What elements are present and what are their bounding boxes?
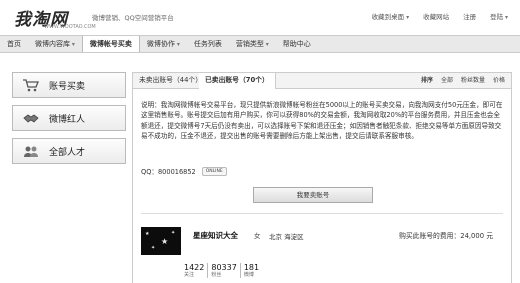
sidebar-item-label: 微博红人 — [49, 114, 86, 125]
listing-name[interactable]: 星座知识大全 — [193, 230, 238, 241]
nav-home[interactable]: 首页 — [0, 36, 28, 52]
avatar[interactable]: ★ ★ ✦ ✦ — [141, 227, 181, 255]
tab-bar: 未卖出账号（44个） 已卖出账号（70个） 排序 全部 粉丝数量 价格 — [133, 73, 511, 89]
site-tagline: 微博营销、QQ空间营销平台 — [92, 14, 174, 22]
handshake-icon — [23, 111, 39, 125]
sidebar-item-label: 账号买卖 — [49, 81, 86, 92]
divider — [141, 213, 503, 214]
bookmark-site-link[interactable]: 收藏网站 — [423, 11, 449, 21]
stat-label: 粉丝 — [211, 272, 222, 278]
stat-value: 80337 — [211, 263, 237, 272]
top-bar: 我淘网 WWW.WOOTAO.COM 微博营销、QQ空间营销平台 收藏到桌面 收… — [0, 0, 520, 34]
bookmark-desktop-link[interactable]: 收藏到桌面 — [372, 11, 409, 21]
site-url: WWW.WOOTAO.COM — [44, 24, 96, 30]
sell-account-button[interactable]: 我要卖账号 — [253, 187, 373, 203]
listing-item: ★ ★ ✦ ✦ 星座知识大全 女 北京 海淀区 购买此账号的费用：24,000 … — [141, 227, 503, 283]
nav-weibo-content[interactable]: 微博内容库 — [28, 36, 82, 52]
people-icon — [23, 144, 39, 158]
cart-icon — [23, 78, 39, 92]
register-link[interactable]: 注册 — [463, 11, 476, 21]
stat-label: 微博 — [243, 272, 254, 278]
main-nav: 首页 微博内容库 微博帐号买卖 微博协作 任务列表 营销类型 帮助中心 — [0, 35, 520, 53]
sort-all[interactable]: 全部 — [441, 73, 453, 88]
description-text: 说明：我淘网微博帐号交易平台，现只提供新浪微博帐号粉丝在5000以上的账号买卖交… — [141, 101, 503, 141]
listing-location: 北京 海淀区 — [269, 233, 304, 241]
sidebar-item-label: 全部人才 — [49, 147, 86, 158]
listing-gender: 女 — [254, 232, 261, 240]
sort-bar: 排序 全部 粉丝数量 价格 — [421, 73, 505, 88]
qq-number: 800016852 — [157, 168, 196, 176]
qq-online-badge[interactable]: ONLINE — [201, 166, 227, 176]
stat-value: 1422 — [184, 263, 205, 272]
top-links: 收藏到桌面 收藏网站 注册 登陆 — [372, 11, 508, 21]
tab-sold[interactable]: 已卖出账号（70个） — [199, 73, 276, 89]
sort-price[interactable]: 价格 — [493, 73, 505, 88]
stat-following: 1422 关注 — [181, 263, 209, 278]
stat-posts: 181 微博 — [241, 263, 262, 278]
nav-weibo-collab[interactable]: 微博协作 — [140, 36, 187, 52]
main-panel: 未卖出账号（44个） 已卖出账号（70个） 排序 全部 粉丝数量 价格 说明：我… — [132, 72, 512, 283]
login-link[interactable]: 登陆 — [490, 11, 508, 21]
qq-contact: QQ：800016852 ONLINE — [141, 166, 227, 176]
stat-value: 181 — [243, 263, 260, 272]
nav-account-trade[interactable]: 微博帐号买卖 — [81, 36, 140, 52]
tab-unsold[interactable]: 未卖出账号（44个） — [133, 73, 210, 88]
listing-stats: 1422 关注 80337 粉丝 181 微博 — [181, 263, 262, 278]
sidebar-item-account-trade[interactable]: 账号买卖 — [12, 72, 126, 98]
nav-help-center[interactable]: 帮助中心 — [276, 36, 318, 52]
star-icon: ★ — [161, 237, 169, 246]
qq-label: QQ： — [141, 168, 158, 176]
stat-fans: 80337 粉丝 — [208, 263, 241, 278]
star-icon: ★ — [145, 231, 150, 237]
listing-price: 购买此账号的费用：24,000 元 — [399, 232, 493, 240]
sidebar-item-all-talent[interactable]: 全部人才 — [12, 138, 126, 164]
star-icon: ✦ — [171, 230, 176, 236]
nav-task-list[interactable]: 任务列表 — [187, 36, 229, 52]
sidebar-item-weibo-celebs[interactable]: 微博红人 — [12, 105, 126, 131]
stat-label: 关注 — [184, 272, 195, 278]
nav-marketing-type[interactable]: 营销类型 — [229, 36, 276, 52]
sort-fans[interactable]: 粉丝数量 — [461, 73, 485, 88]
sidebar: 账号买卖 微博红人 全部人才 — [12, 72, 126, 171]
sort-label: 排序 — [420, 77, 433, 84]
star-icon: ✦ — [151, 245, 156, 251]
